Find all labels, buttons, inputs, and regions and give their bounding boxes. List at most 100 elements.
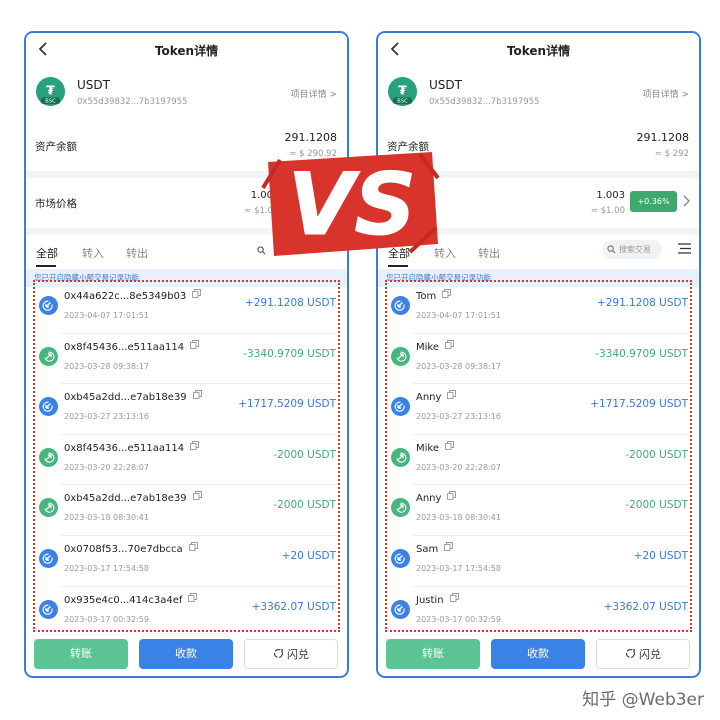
transaction-row[interactable]: 0xb45a2dd...e7ab18e39 2023-03-27 23:13:16… [35,383,338,434]
transaction-row[interactable]: 0xb45a2dd...e7ab18e39 2023-03-18 08:30:41… [35,484,338,535]
tx-amount: -3340.9709 USDT [243,347,336,360]
transaction-row[interactable]: 0x44a622c...8e5349b03 2023-04-07 17:01:51… [35,282,338,333]
copy-icon[interactable] [445,339,454,349]
copy-icon[interactable] [442,289,452,298]
transaction-row[interactable]: Sam 2023-03-17 17:54:58 +20 USDT [387,534,690,586]
arrow-in-icon [39,548,58,568]
tx-counterparty: Justin [416,592,459,606]
token-header: ₮ BSC USDT 0x55d39832...7b3197955 项目详情 > [378,71,699,125]
copy-icon[interactable] [192,390,202,400]
transfer-button[interactable]: 转账 [386,639,480,669]
tx-counterparty-label: 0x8f45436...e511aa114 [64,442,185,454]
arrow-out-icon [39,346,58,366]
swap-button[interactable]: 闪兑 [596,639,690,669]
transaction-row[interactable]: 0x8f45436...e511aa114 2023-03-28 09:38:17… [35,332,338,384]
transaction-row[interactable]: Anny 2023-03-18 08:30:41 -2000 USDT [387,484,690,535]
transaction-row[interactable]: Mike 2023-03-20 22:28:07 -2000 USDT [387,433,690,485]
search-icon [607,245,616,254]
copy-icon[interactable] [447,491,457,501]
page-title: Token详情 [154,44,219,58]
tx-counterparty: Anny [416,491,457,504]
asset-balance-value: 291.1208 [636,131,690,144]
tx-counterparty: Anny [416,390,457,403]
tx-timestamp: 2023-03-17 17:54:58 [64,563,149,573]
tab-outgoing[interactable]: 转出 [478,245,500,261]
copy-icon[interactable] [445,440,454,450]
transaction-row[interactable]: 0x8f45436...e511aa114 2023-03-20 22:28:07… [35,433,338,485]
row-divider [61,433,338,435]
receive-button[interactable]: 收款 [491,639,585,669]
tab-incoming[interactable]: 转入 [82,245,104,261]
tx-counterparty-label: 0x8f45436...e511aa114 [64,341,185,353]
tx-amount: +1717.5209 USDT [590,398,688,411]
row-divider [413,484,690,486]
tab-active-indicator [388,265,408,267]
swap-icon [274,648,284,658]
row-divider [61,534,338,536]
menu-icon[interactable] [678,243,691,254]
token-logo-symbol: ₮ [46,82,55,97]
tx-amount: +3362.07 USDT [603,600,688,613]
tx-amount: -2000 USDT [273,499,336,512]
top-bar: Token详情 [378,33,699,71]
top-bar: Token详情 [26,33,347,71]
copy-icon[interactable] [192,289,202,298]
tab-outgoing[interactable]: 转出 [126,245,148,261]
tx-amount: +20 USDT [633,549,688,562]
copy-icon[interactable] [449,592,459,602]
tx-amount: +3362.07 USDT [251,600,336,613]
token-address: 0x55d39832...7b3197955 [429,97,540,107]
tx-timestamp: 2023-03-28 09:38:17 [64,361,149,371]
transaction-row[interactable]: 0x0708f53...70e7dbcca 2023-03-17 17:54:58… [35,534,338,586]
tx-amount: +20 USDT [281,549,336,562]
tx-counterparty: Sam [416,542,454,555]
tx-counterparty: 0x8f45436...e511aa114 [64,440,200,454]
tx-timestamp: 2023-04-07 17:01:51 [64,311,149,320]
copy-icon[interactable] [190,440,200,450]
transaction-row[interactable]: Mike 2023-03-28 09:38:17 -3340.9709 USDT [387,332,690,384]
bottom-action-bar: 转账 收款 闪兑 [386,639,691,669]
tx-counterparty: 0xb45a2dd...e7ab18e39 [64,390,202,403]
chain-badge: BSC [45,99,56,105]
tx-timestamp: 2023-03-17 00:32:59 [416,614,501,624]
token-address: 0x55d39832...7b3197955 [77,97,188,107]
project-details-link[interactable]: 项目详情 > [291,87,337,100]
search-input[interactable]: 搜索交易 [602,240,662,259]
copy-icon[interactable] [188,592,198,602]
transaction-row[interactable]: 0x935e4c0...414c3a4ef 2023-03-17 00:32:59… [35,585,338,637]
tx-amount: +291.1208 USDT [596,297,688,309]
transaction-row[interactable]: Justin 2023-03-17 00:32:59 +3362.07 USDT [387,585,690,637]
tx-timestamp: 2023-03-18 08:30:41 [64,513,149,523]
copy-icon[interactable] [444,542,454,551]
tab-all[interactable]: 全部 [36,245,58,261]
copy-icon[interactable] [190,339,200,349]
tx-counterparty: Mike [416,440,454,454]
copy-icon[interactable] [188,542,198,551]
swap-button-label: 闪兑 [287,648,309,661]
asset-balance-value: 291.1208 [284,131,338,144]
swap-button[interactable]: 闪兑 [244,639,338,669]
swap-button-label: 闪兑 [639,648,661,661]
copy-icon[interactable] [447,390,457,400]
transaction-row[interactable]: Tom 2023-04-07 17:01:51 +291.1208 USDT [387,282,690,333]
row-divider [61,484,338,486]
tx-timestamp: 2023-03-20 22:28:07 [64,462,149,472]
row-divider [61,383,338,385]
copy-icon[interactable] [192,491,202,501]
arrow-out-icon [39,447,58,467]
transfer-button[interactable]: 转账 [34,639,128,669]
swap-icon [626,648,636,658]
arrow-in-icon [39,296,58,315]
chevron-right-icon[interactable] [681,195,691,207]
row-divider [413,383,690,385]
receive-button[interactable]: 收款 [139,639,233,669]
transaction-row[interactable]: Anny 2023-03-27 23:13:16 +1717.5209 USDT [387,383,690,434]
tx-counterparty-label: 0xb45a2dd...e7ab18e39 [64,392,187,404]
tx-counterparty-label: Justin [416,594,444,606]
row-divider [61,332,338,334]
tx-amount: -3340.9709 USDT [595,347,688,360]
chain-badge: BSC [397,99,408,105]
project-details-link[interactable]: 项目详情 > [643,87,689,100]
arrow-in-icon [391,296,410,315]
page-title: Token详情 [506,44,571,58]
